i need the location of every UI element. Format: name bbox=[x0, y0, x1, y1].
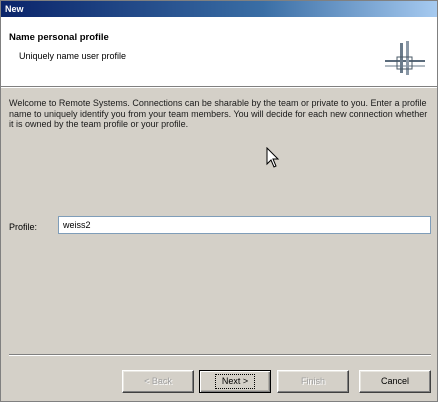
finish-button[interactable]: Finish bbox=[277, 370, 349, 393]
next-button-label: Next > bbox=[214, 374, 256, 389]
new-wizard-window: New Name personal profile Uniquely name … bbox=[0, 0, 438, 402]
banner-description: Uniquely name user profile bbox=[19, 51, 127, 61]
network-connection-icon bbox=[385, 41, 425, 75]
back-button[interactable]: < Back bbox=[122, 370, 194, 393]
cancel-button[interactable]: Cancel bbox=[359, 370, 431, 393]
mouse-pointer-icon bbox=[266, 147, 280, 168]
button-bar-separator bbox=[9, 354, 431, 356]
next-button[interactable]: Next > bbox=[199, 370, 271, 393]
profile-name-input[interactable] bbox=[58, 216, 431, 234]
wizard-banner: Name personal profile Uniquely name user… bbox=[1, 17, 437, 87]
intro-text: Welcome to Remote Systems. Connections c… bbox=[9, 98, 428, 129]
banner-title: Name personal profile bbox=[9, 32, 109, 43]
window-title: New bbox=[5, 4, 24, 14]
banner-separator bbox=[1, 87, 437, 88]
profile-label: Profile: bbox=[9, 222, 38, 232]
window-titlebar[interactable]: New bbox=[1, 1, 437, 17]
